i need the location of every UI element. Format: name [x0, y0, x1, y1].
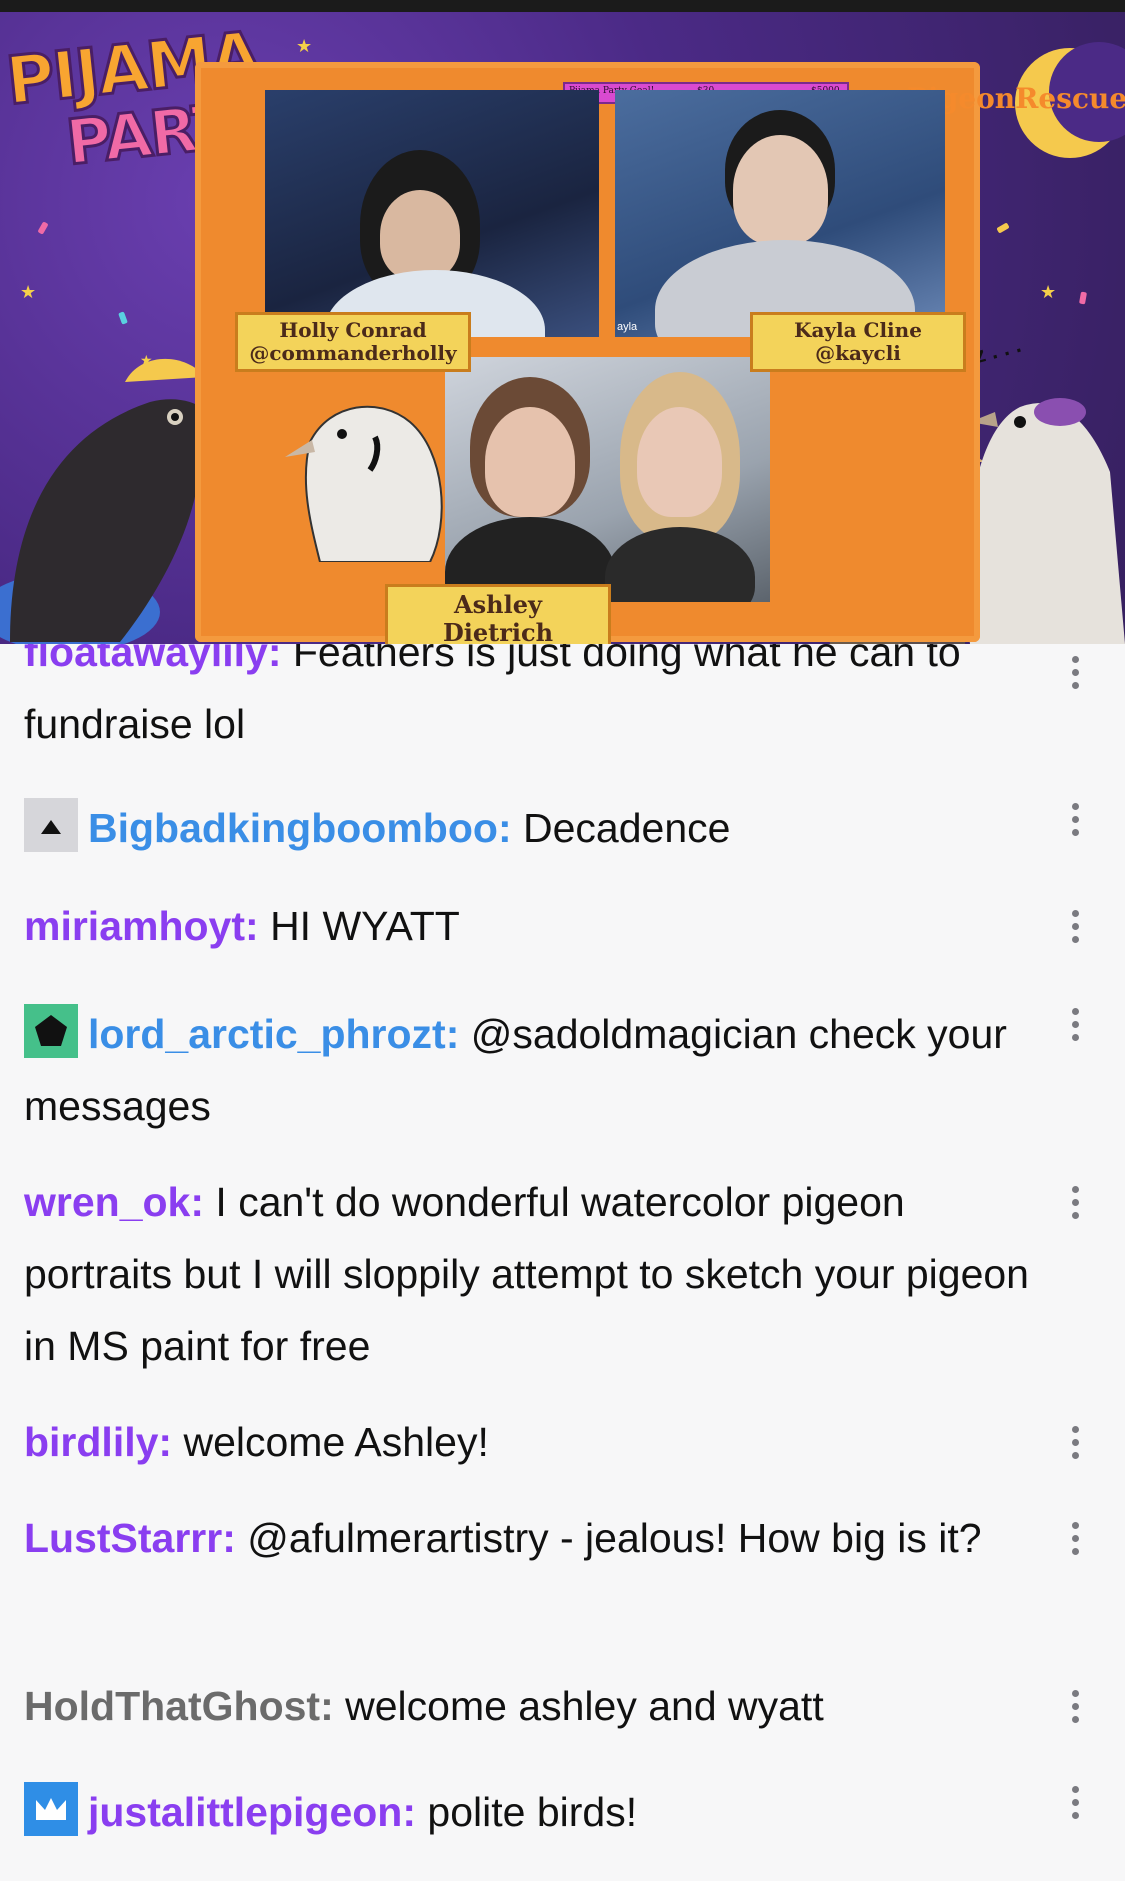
more-options-icon[interactable] [1068, 910, 1082, 949]
chat-message[interactable]: floatawaylily: Feathers is just doing wh… [24, 644, 1034, 760]
nameplate-ashley: Ashley Dietrich [385, 584, 611, 644]
confetti [996, 222, 1010, 234]
more-options-icon[interactable] [1068, 1186, 1082, 1225]
chat-text: welcome Ashley! [183, 1419, 489, 1465]
nameplate-handle: @commanderholly [249, 341, 457, 365]
person-face [485, 407, 575, 517]
chat-username[interactable]: LustStarrr [24, 1515, 222, 1561]
more-options-icon[interactable] [1068, 1522, 1082, 1561]
star-icon: ★ [1040, 282, 1057, 302]
nameplate-name: Ashley Dietrich [442, 590, 554, 644]
chat-text: welcome ashley and wyatt [345, 1683, 824, 1729]
person-face [380, 190, 460, 280]
chat-username[interactable]: justalittlepigeon [88, 1789, 402, 1835]
username-colon: : [267, 644, 282, 675]
chat-message[interactable]: wren_ok: I can't do wonderful watercolor… [24, 1166, 1034, 1382]
person-body [605, 527, 755, 602]
chat-message[interactable]: miriamhoyt: HI WYATT [24, 890, 1034, 962]
chat-text: @afulmerartistry - jealous! How big is i… [247, 1515, 982, 1561]
person-face [733, 135, 828, 245]
confetti [1079, 291, 1087, 305]
status-bar [0, 0, 1125, 12]
star-icon: ★ [20, 282, 37, 302]
chat-text: Decadence [523, 805, 731, 851]
camera-holly [265, 90, 599, 337]
nameplate-name: Kayla Cline [794, 318, 922, 342]
camera-tag: ayla [617, 321, 638, 333]
chat-username[interactable]: lord_arctic_phrozt [88, 1011, 446, 1057]
chat-username[interactable]: floatawaylily [24, 644, 268, 675]
nameplate-name: Holly Conrad [279, 318, 427, 342]
more-options-icon[interactable] [1068, 803, 1082, 842]
chat-message[interactable]: LustStarrr: @afulmerartistry - jealous! … [24, 1502, 1034, 1574]
camera-ashley [445, 357, 770, 602]
nameplate-kayla: Kayla Cline @kaycli [750, 312, 966, 372]
person-face [637, 407, 722, 517]
more-options-icon[interactable] [1068, 656, 1082, 695]
chat-message[interactable]: justalittlepigeon: polite birds! [24, 1776, 1034, 1848]
chat-username[interactable]: HoldThatGhost [24, 1683, 320, 1729]
nameplate-handle: @kaycli [815, 341, 901, 365]
arrow-up-icon [24, 798, 78, 852]
more-options-icon[interactable] [1068, 1008, 1082, 1047]
confetti [37, 221, 49, 235]
chat-text: polite birds! [427, 1789, 638, 1835]
chat-message[interactable]: lord_arctic_phrozt: @sadoldmagician chec… [24, 998, 1034, 1142]
chat-text: HI WYATT [270, 903, 460, 949]
chat-username[interactable]: birdlily [24, 1419, 158, 1465]
chat-username[interactable]: wren_ok [24, 1179, 190, 1225]
dove-illustration [285, 405, 443, 562]
pentagon-icon [24, 1004, 78, 1058]
more-options-icon[interactable] [1068, 1786, 1082, 1825]
nameplate-holly: Holly Conrad @commanderholly [235, 312, 471, 372]
crown-icon [24, 1782, 78, 1836]
camera-kayla: ayla [615, 90, 945, 337]
star-icon: ★ [296, 36, 313, 56]
chat-username[interactable]: Bigbadkingboomboo [88, 805, 498, 851]
chat-username[interactable]: miriamhoyt [24, 903, 245, 949]
chat-message[interactable]: HoldThatGhost: welcome ashley and wyatt [24, 1670, 1034, 1742]
stream-video[interactable]: ★ ★ ★ ★ PIJAMA PARTY! z z z . . . Pijama… [0, 12, 1125, 644]
more-options-icon[interactable] [1068, 1690, 1082, 1729]
more-options-icon[interactable] [1068, 1426, 1082, 1465]
chat-message[interactable]: Bigbadkingboomboo: Decadence [24, 792, 1034, 864]
chat-message[interactable]: birdlily: welcome Ashley! [24, 1406, 1034, 1478]
